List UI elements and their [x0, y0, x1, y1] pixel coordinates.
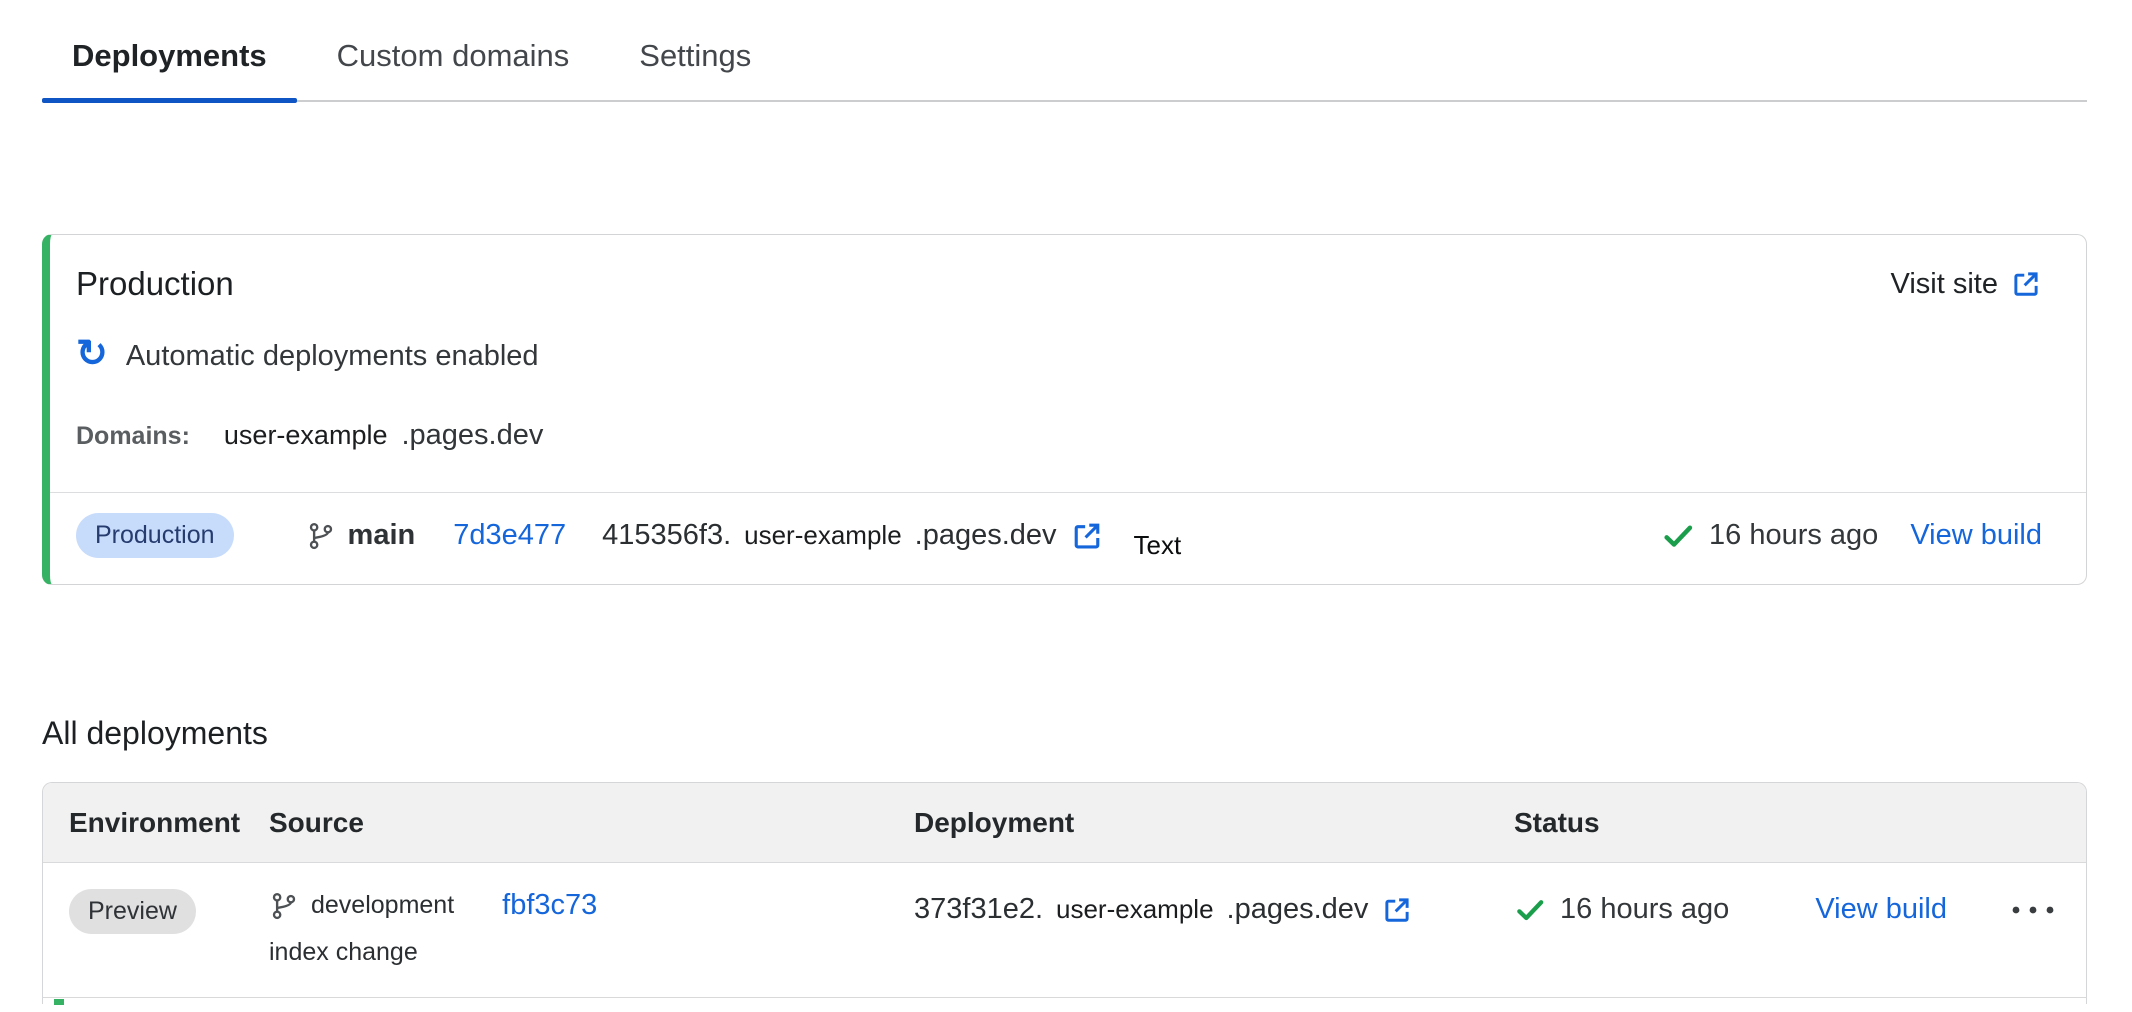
success-check-icon — [1514, 894, 1546, 926]
refresh-icon: ↻ — [76, 335, 108, 373]
external-link-icon — [1070, 519, 1104, 553]
deployment-url-link[interactable]: 415356f3. user-example .pages.dev — [602, 519, 1103, 553]
domains-label: Domains: — [76, 422, 190, 451]
row-note-text: Text — [1134, 530, 1182, 561]
deployment-url-prefix: 415356f3. — [602, 519, 731, 552]
deployment-cell: 373f31e2. user-example .pages.dev — [888, 889, 1488, 926]
branch-name: main — [348, 519, 416, 552]
deployments-table: Environment Source Deployment Status Pre… — [42, 782, 2087, 997]
production-accent-bar — [54, 999, 64, 1005]
deployment-url-name: user-example — [744, 520, 902, 551]
visit-site-link[interactable]: Visit site — [1891, 268, 2042, 301]
automatic-deployments-text: Automatic deployments enabled — [126, 340, 539, 373]
status-cell: 16 hours ago View build — [1488, 889, 2086, 926]
commit-link[interactable]: fbf3c73 — [502, 889, 597, 922]
next-row-partial — [42, 997, 2087, 1004]
git-branch-icon — [269, 891, 299, 921]
external-link-icon — [1381, 894, 1413, 926]
column-header-deployment: Deployment — [888, 807, 1488, 839]
git-branch-icon — [306, 521, 336, 551]
deployment-url-suffix: .pages.dev — [1227, 893, 1369, 926]
visit-site-label: Visit site — [1891, 268, 1998, 301]
environment-badge-preview: Preview — [69, 889, 196, 934]
tab-settings[interactable]: Settings — [609, 24, 781, 100]
tab-bar: Deployments Custom domains Settings — [42, 0, 2087, 102]
environment-badge-production: Production — [76, 513, 234, 558]
view-build-link[interactable]: View build — [1910, 519, 2042, 552]
environment-cell: Preview — [43, 889, 243, 934]
branch-name: development — [311, 891, 454, 920]
source-cell: development fbf3c73 index change — [243, 889, 888, 967]
view-build-link[interactable]: View build — [1815, 893, 1947, 926]
production-deployment-row: Production main 7d3e477 415356f3. user-e… — [50, 492, 2086, 584]
column-header-status: Status — [1488, 807, 2086, 839]
column-header-environment: Environment — [43, 807, 243, 839]
tab-custom-domains[interactable]: Custom domains — [307, 24, 600, 100]
ellipsis-icon — [2010, 904, 2056, 916]
production-card-title: Production — [76, 265, 234, 303]
deployments-table-header: Environment Source Deployment Status — [43, 783, 2086, 863]
more-options-button[interactable] — [2010, 904, 2056, 916]
deployment-url-link[interactable]: 373f31e2. user-example .pages.dev — [914, 889, 1488, 926]
domain-name: user-example — [224, 420, 388, 451]
success-check-icon — [1661, 519, 1695, 553]
domain-suffix: .pages.dev — [401, 419, 543, 452]
deployment-time: 16 hours ago — [1560, 893, 1729, 926]
deployment-url-suffix: .pages.dev — [915, 519, 1057, 552]
table-row: Preview development fbf3c73 index change — [43, 863, 2086, 997]
deployment-time: 16 hours ago — [1709, 519, 1878, 552]
external-link-icon — [2010, 268, 2042, 300]
deployment-url-name: user-example — [1056, 894, 1214, 925]
production-card: Production Visit site ↻ Automatic deploy… — [42, 234, 2087, 585]
commit-link[interactable]: 7d3e477 — [453, 519, 566, 552]
all-deployments-heading: All deployments — [42, 715, 2132, 752]
tab-deployments[interactable]: Deployments — [42, 24, 297, 100]
deployment-url-prefix: 373f31e2. — [914, 893, 1043, 926]
column-header-source: Source — [243, 807, 888, 839]
commit-message: index change — [269, 938, 888, 967]
